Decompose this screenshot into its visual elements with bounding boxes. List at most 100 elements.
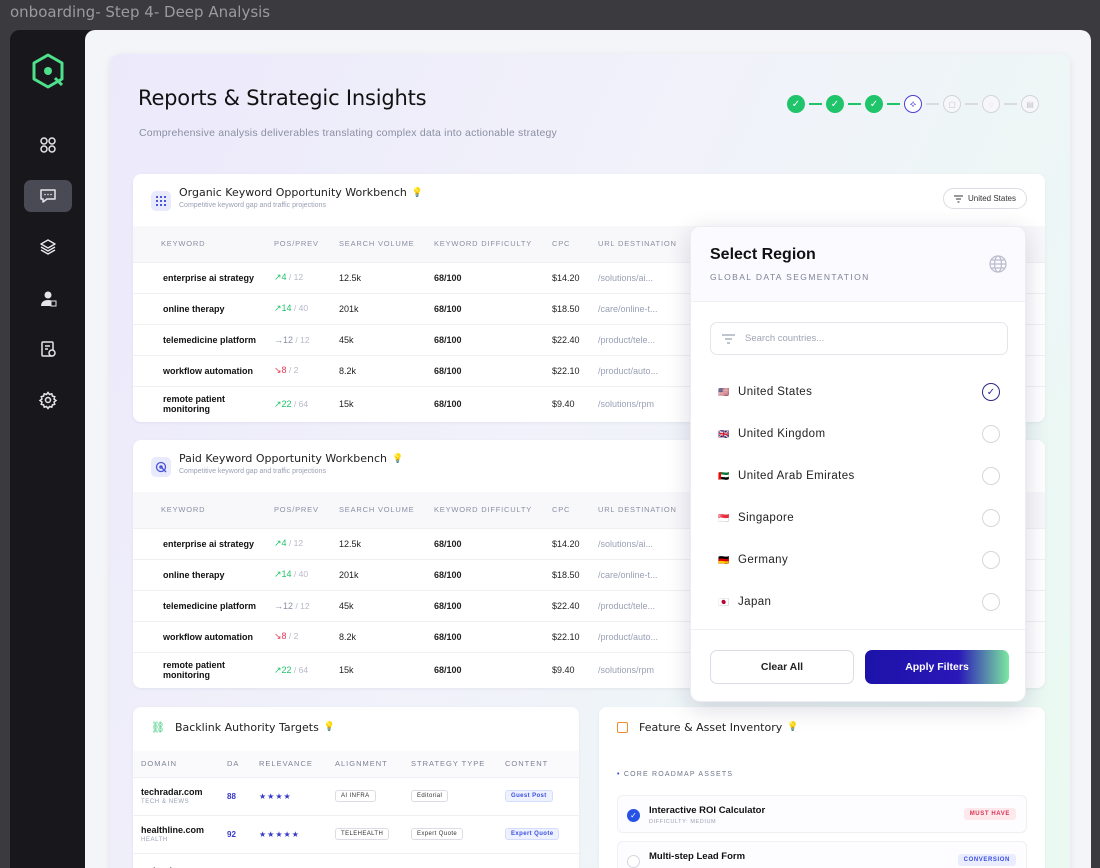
alignment-cell: TELEHEALTH [327, 814, 403, 853]
step-3[interactable]: ✓ [865, 95, 883, 113]
col-volume[interactable]: SEARCH VOLUME [333, 226, 428, 262]
step-6[interactable]: ◌ [982, 95, 1000, 113]
pos-cell: ↗4 / 12 [268, 527, 333, 559]
feature-item[interactable]: Multi-step Lead Form CONVERSION [617, 841, 1027, 868]
nav-reports[interactable] [24, 333, 72, 365]
content-tag[interactable]: Expert Quote [505, 828, 560, 840]
da-cell: 88 [219, 776, 251, 815]
nav-dashboard[interactable] [24, 129, 72, 161]
organic-subtitle: Competitive keyword gap and traffic proj… [179, 202, 326, 209]
nav-layers[interactable] [24, 231, 72, 263]
col-domain[interactable]: DOMAIN [133, 751, 219, 777]
difficulty-cell: 68/100 [428, 354, 546, 386]
trend-icon: → [274, 600, 283, 611]
radio-checked[interactable]: ✓ [982, 383, 1000, 401]
clear-all-button[interactable]: Clear All [710, 650, 854, 684]
alignment-tag: AI INFRA [335, 790, 376, 802]
main-content: Reports & Strategic Insights Comprehensi… [85, 30, 1091, 868]
country-search-input[interactable]: Search countries... [710, 322, 1008, 355]
country-name: United States [738, 386, 813, 398]
radio-unchecked[interactable] [982, 593, 1000, 611]
separator: / [291, 303, 299, 313]
settings-icon [38, 391, 58, 410]
step-7[interactable]: ▤ [1021, 95, 1039, 113]
flag-icon: 🇺🇸 [718, 386, 730, 397]
domain-cell: healthline.com HEALTH [133, 814, 219, 853]
separator: / [286, 272, 294, 282]
domain-name[interactable]: healthline.com [141, 825, 211, 835]
volume-cell: 8.2k [333, 354, 428, 386]
nav-settings[interactable] [24, 384, 72, 416]
col-cpc[interactable]: CPC [546, 492, 592, 528]
nav-users[interactable] [24, 282, 72, 314]
cpc-cell: $9.40 [546, 651, 592, 688]
chat-icon [40, 189, 56, 203]
content-tag[interactable]: Guest Post [505, 790, 553, 802]
radio-unchecked[interactable] [982, 509, 1000, 527]
table-row[interactable]: techradar.com TECH & NEWS 88 ★★★★ AI INFRA Ed… [133, 776, 579, 815]
separator: / [286, 538, 294, 548]
position-value: 12 [283, 334, 294, 345]
col-alignment[interactable]: ALIGNMENT [327, 751, 403, 777]
dashboard-icon [40, 137, 56, 153]
col-strategy[interactable]: STRATEGY TYPE [403, 751, 497, 777]
bulb-icon: 💡 [411, 187, 424, 197]
col-cpc[interactable]: CPC [546, 226, 592, 262]
keyword-cell: workflow automation [133, 354, 268, 386]
col-difficulty[interactable]: KEYWORD DIFFICULTY [428, 226, 546, 262]
organic-title: Organic Keyword Opportunity Workbench [179, 186, 407, 199]
col-keyword[interactable]: KEYWORD [133, 226, 268, 262]
col-pos[interactable]: POS/PREV [268, 492, 333, 528]
step-2[interactable]: ✓ [826, 95, 844, 113]
domain-name[interactable]: techradar.com [141, 787, 211, 797]
table-row[interactable]: healthline.com HEALTH 92 ★★★★★ TELEHEALTH Exp… [133, 814, 579, 853]
domain-category: TECH & NEWS [141, 799, 190, 805]
backlink-card: ⛓ Backlink Authority Targets 💡 DOMAIN DA … [133, 707, 579, 868]
keyword-cell: enterprise ai strategy [133, 527, 268, 559]
pos-cell: →12 / 12 [268, 323, 333, 355]
previous-position: 12 [293, 538, 304, 548]
keyword-cell: remote patient monitoring [133, 651, 268, 688]
radio-unchecked[interactable] [982, 425, 1000, 443]
country-option[interactable]: 🇯🇵 Japan [718, 591, 1003, 613]
country-option[interactable]: 🇬🇧 United Kingdom [718, 423, 1003, 445]
globe-icon [989, 255, 1007, 273]
checkbox-empty[interactable] [627, 855, 640, 868]
check-icon[interactable]: ✓ [627, 809, 640, 822]
strategy-cell [403, 852, 497, 868]
col-relevance[interactable]: RELEVANCE [251, 751, 327, 777]
col-volume[interactable]: SEARCH VOLUME [333, 492, 428, 528]
volume-cell: 12.5k [333, 527, 428, 559]
step-4-current[interactable]: ⟡ [904, 95, 922, 113]
country-option[interactable]: 🇩🇪 Germany [718, 549, 1003, 571]
sidebar [10, 30, 85, 868]
difficulty-cell: 68/100 [428, 620, 546, 652]
col-difficulty[interactable]: KEYWORD DIFFICULTY [428, 492, 546, 528]
table-row[interactable]: webmd.com [133, 852, 579, 868]
apply-filters-button[interactable]: Apply Filters [865, 650, 1009, 684]
da-cell [219, 852, 251, 868]
region-filter-button[interactable]: United States [942, 188, 1027, 209]
country-option[interactable]: 🇸🇬 Singapore [718, 507, 1003, 529]
col-pos[interactable]: POS/PREV [268, 226, 333, 262]
nav-chat[interactable] [24, 180, 72, 212]
radio-unchecked[interactable] [982, 467, 1000, 485]
col-da[interactable]: DA [219, 751, 251, 777]
country-option[interactable]: 🇺🇸 United States ✓ [718, 381, 1003, 403]
logo-icon[interactable] [29, 52, 67, 90]
previous-position: 12 [300, 334, 310, 345]
col-keyword[interactable]: KEYWORD [133, 492, 268, 528]
pos-cell: →12 / 12 [268, 589, 333, 621]
step-1[interactable]: ✓ [787, 95, 805, 113]
step-5[interactable]: ▢ [943, 95, 961, 113]
previous-position: 12 [300, 600, 310, 611]
col-content[interactable]: CONTENT [497, 751, 579, 777]
separator: / [291, 398, 299, 409]
region-filter-label: United States [967, 194, 1016, 203]
target-icon [151, 457, 171, 477]
window-title: onboarding- Step 4- Deep Analysis [10, 3, 271, 21]
country-name: Japan [738, 596, 772, 608]
radio-unchecked[interactable] [982, 551, 1000, 569]
feature-item[interactable]: ✓ Interactive ROI Calculator DIFFICULTY: M… [617, 795, 1027, 833]
country-option[interactable]: 🇦🇪 United Arab Emirates [718, 465, 1003, 487]
